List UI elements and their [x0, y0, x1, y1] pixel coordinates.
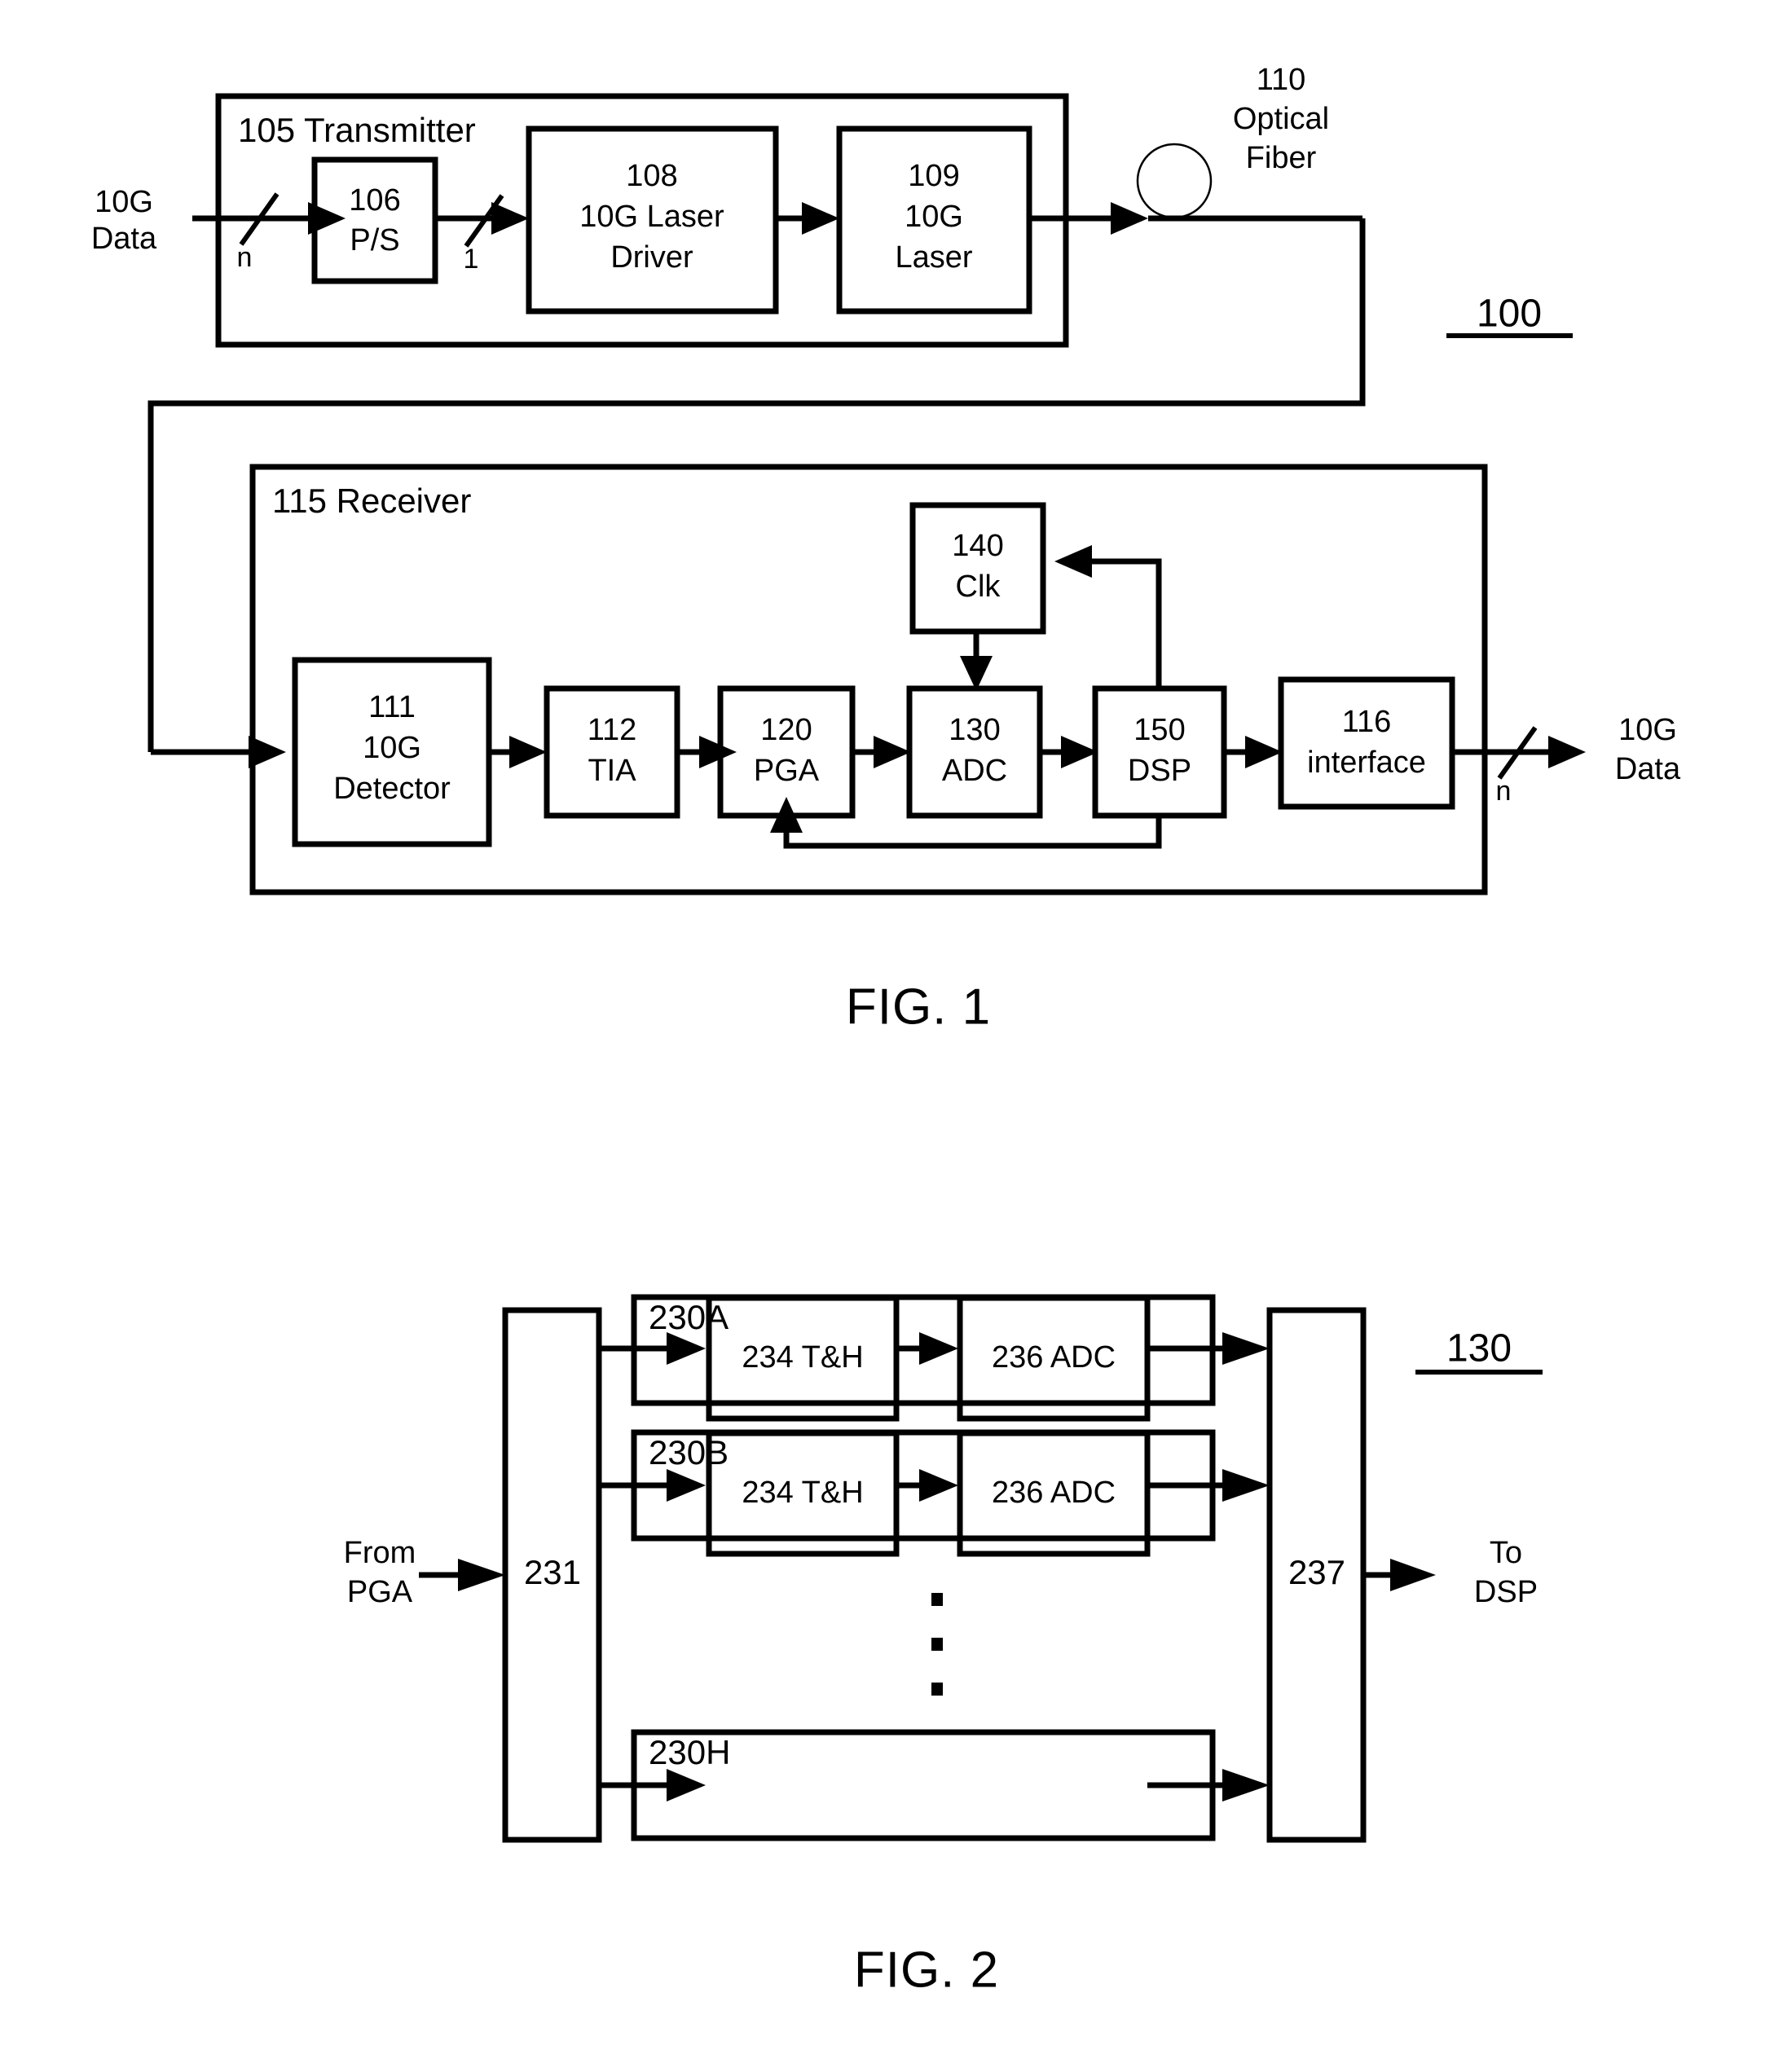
- receiver-output-arrowhead: [1548, 736, 1586, 768]
- dsp-to-interface-arrowhead: [1245, 736, 1283, 768]
- block-150-name: DSP: [1128, 754, 1191, 788]
- rx-output-label-line2: Data: [1615, 752, 1681, 786]
- 230H-to-mux-arrowhead: [1222, 1769, 1270, 1801]
- block-130-name: ADC: [942, 754, 1007, 788]
- rx-output-bus-width: n: [1496, 776, 1512, 807]
- driver-to-laser-arrowhead: [802, 202, 839, 235]
- block-106-name: P/S: [350, 223, 399, 257]
- block-108-name-line1: 10G Laser: [579, 200, 724, 234]
- block-111-name-line1: 10G: [363, 731, 421, 765]
- channel-230B: 230B 234 T&H 236 ADC: [599, 1429, 1270, 1557]
- rx-output-label-line1: 10G: [1618, 713, 1677, 747]
- pga-to-adc-arrowhead: [874, 736, 911, 768]
- tx-input-bus-width: n: [237, 242, 253, 273]
- fig2-output-label-line1: To: [1490, 1536, 1522, 1570]
- detector-to-tia-arrowhead: [509, 736, 547, 768]
- channel-230A-ref: 230A: [649, 1298, 729, 1336]
- block-236-adc-a-label: 236 ADC: [992, 1340, 1116, 1375]
- fig2-output-label-line2: DSP: [1474, 1575, 1538, 1609]
- channel-230H-ref: 230H: [649, 1733, 730, 1771]
- block-112-name: TIA: [588, 754, 636, 788]
- block-231-ref: 231: [524, 1553, 581, 1591]
- patent-drawing-sheet: 105 Transmitter 10G Data n 106 P/S 1 108…: [0, 0, 1774, 2072]
- block-111-name-line2: Detector: [333, 772, 451, 806]
- system-ref-130: 130: [1415, 1327, 1543, 1375]
- channel-230H: 230H: [599, 1729, 1270, 1841]
- block-112-tia: [544, 685, 680, 819]
- block-109-name-line1: 10G: [905, 200, 963, 234]
- channel-ellipsis-dots-icon: [931, 1593, 943, 1696]
- figure-1: 105 Transmitter 10G Data n 106 P/S 1 108…: [91, 63, 1681, 1035]
- tx-input-label-line2: Data: [91, 222, 157, 256]
- fiber-input-arrowhead: [1111, 202, 1148, 235]
- block-116-name: interface: [1307, 746, 1426, 780]
- optical-fiber-circle-icon: [1136, 143, 1213, 219]
- receiver-label: 115 Receiver: [272, 482, 471, 520]
- block-234-th-a-label: 234 T&H: [742, 1340, 863, 1375]
- transmitter-label: 105 Transmitter: [238, 111, 476, 149]
- block-120-pga: [717, 685, 856, 819]
- dsp-to-clk-arrowhead: [1054, 545, 1092, 578]
- dsp-to-clk-feedback-path: [1092, 558, 1162, 688]
- fig2-input-label-line2: PGA: [347, 1575, 413, 1609]
- block-106-ref: 106: [349, 183, 400, 218]
- block-130-adc: [906, 685, 1043, 819]
- system-ref-100-text: 100: [1477, 293, 1542, 336]
- fig2-output-arrowhead: [1390, 1559, 1436, 1591]
- system-ref-130-text: 130: [1446, 1327, 1512, 1370]
- demux-to-230H-arrowhead: [667, 1769, 706, 1801]
- demux-to-230A-arrowhead: [667, 1332, 706, 1365]
- block-108-ref: 108: [626, 159, 677, 193]
- block-110-ref: 110: [1257, 63, 1306, 97]
- figure-1-caption: FIG. 1: [846, 979, 991, 1035]
- block-140-clk: [909, 502, 1046, 635]
- block-109-ref: 109: [908, 159, 959, 193]
- channel-230A: 230A 234 T&H 236 ADC: [599, 1294, 1270, 1422]
- fig2-input-arrowhead: [458, 1559, 505, 1591]
- demux-to-230B-arrowhead: [667, 1469, 706, 1502]
- block-108-name-line2: Driver: [610, 240, 693, 275]
- ps-to-driver-arrowhead: [491, 202, 529, 235]
- th-to-adc-b-arrowhead: [919, 1469, 958, 1502]
- block-109-name-line2: Laser: [895, 240, 972, 275]
- block-150-ref: 150: [1134, 713, 1185, 747]
- 230A-to-mux-arrowhead: [1222, 1332, 1270, 1365]
- block-110-name-line1: Optical: [1233, 102, 1329, 136]
- dsp-to-pga-feedback-path: [783, 816, 1162, 849]
- serial-bus-width: 1: [464, 244, 479, 275]
- fig2-input-label-line1: From: [344, 1536, 416, 1570]
- block-236-adc-b-label: 236 ADC: [992, 1476, 1116, 1510]
- block-237-ref: 237: [1288, 1553, 1345, 1591]
- block-234-th-b-label: 234 T&H: [742, 1476, 863, 1510]
- block-111-ref: 111: [368, 690, 416, 724]
- block-140-ref: 140: [952, 529, 1003, 563]
- system-ref-100: 100: [1446, 293, 1573, 338]
- figure-2-caption: FIG. 2: [854, 1942, 999, 1998]
- block-130-ref: 130: [949, 713, 1000, 747]
- th-to-adc-a-arrowhead: [919, 1332, 958, 1365]
- block-116-interface: [1278, 676, 1455, 810]
- block-110-name-line2: Fiber: [1246, 141, 1317, 175]
- figure-2: 231 From PGA 237 To DSP 230A 234 T&H 236…: [344, 1294, 1543, 1998]
- 230B-to-mux-arrowhead: [1222, 1469, 1270, 1502]
- block-116-ref: 116: [1342, 705, 1392, 739]
- block-120-ref: 120: [760, 713, 812, 747]
- block-140-name: Clk: [956, 570, 1001, 604]
- channel-230B-ref: 230B: [649, 1433, 729, 1472]
- block-112-ref: 112: [588, 713, 637, 747]
- tx-input-label-line1: 10G: [95, 185, 153, 219]
- block-120-name: PGA: [754, 754, 820, 788]
- block-150-dsp: [1092, 685, 1227, 819]
